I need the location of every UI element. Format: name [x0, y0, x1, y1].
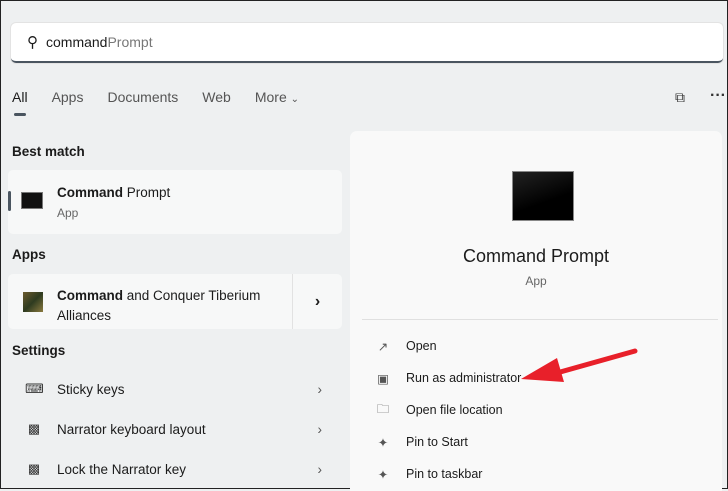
annotation-arrow: [521, 348, 638, 382]
